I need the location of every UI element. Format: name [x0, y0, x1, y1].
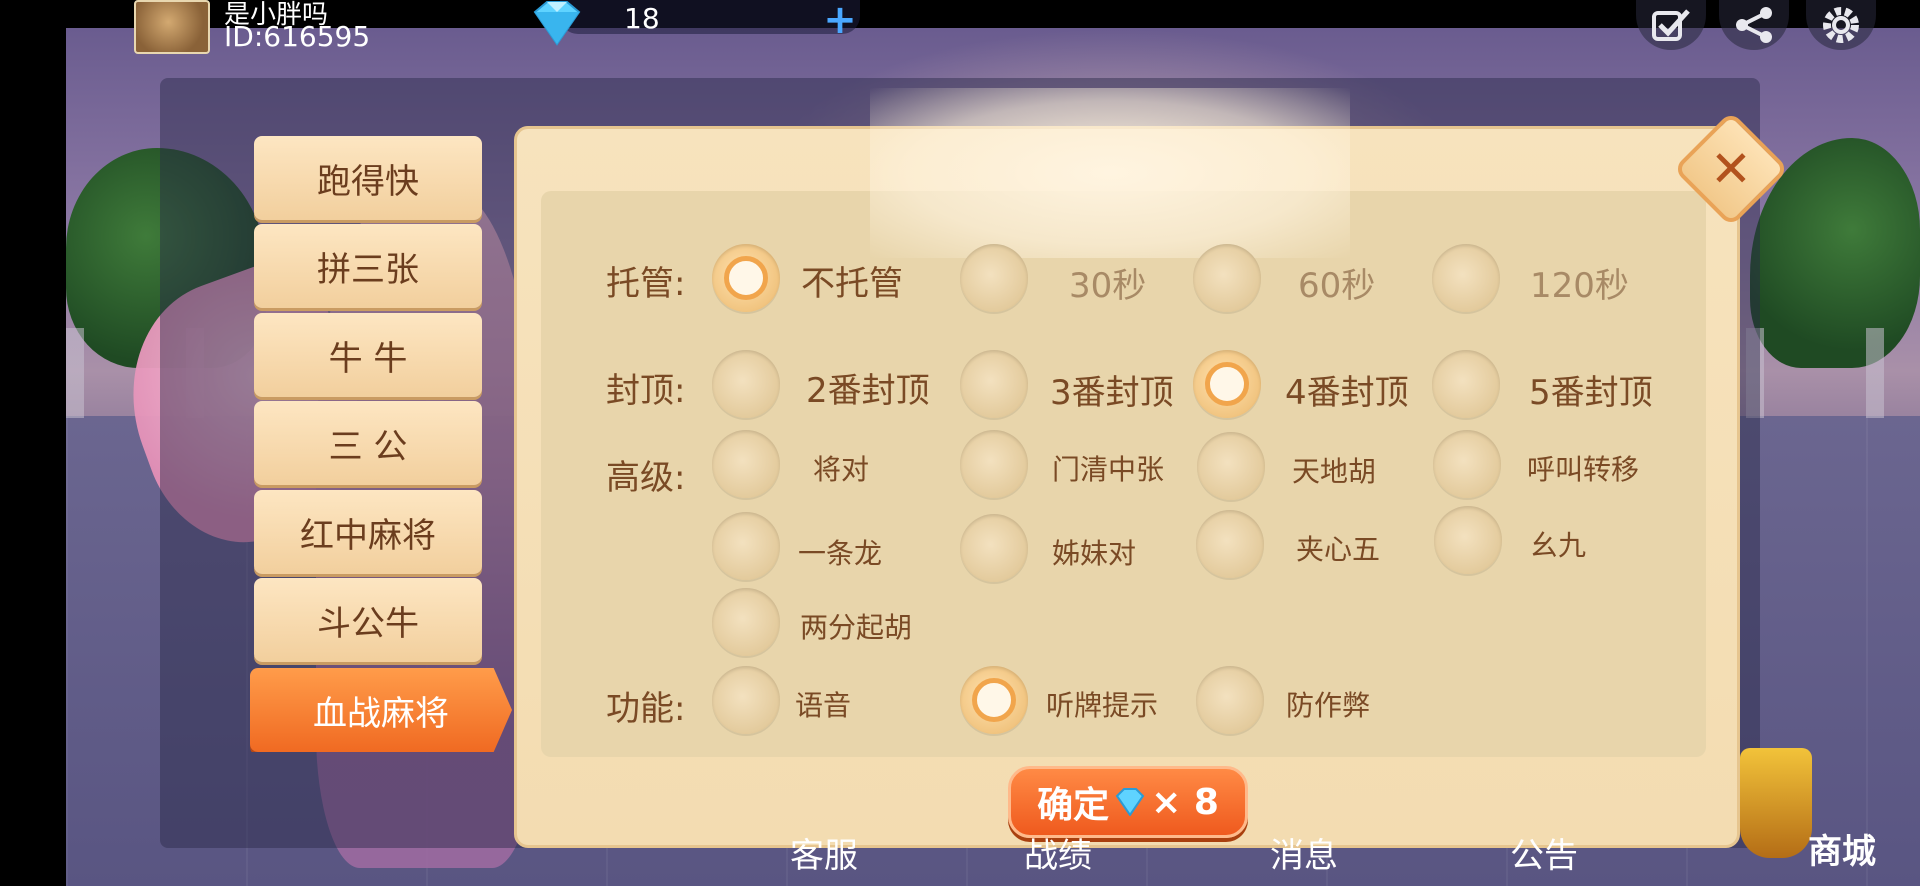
- radio-feature-anticheat[interactable]: [1196, 666, 1264, 734]
- diamond-bar: [560, 0, 860, 34]
- radio-hosting-60[interactable]: [1193, 244, 1261, 312]
- diamond-cost-icon: [1115, 788, 1145, 816]
- radio-adv-tiandihu[interactable]: [1197, 432, 1265, 500]
- option-cap-4[interactable]: 4番封顶: [1285, 365, 1409, 414]
- cap-label: 封顶:: [606, 371, 686, 411]
- option-hosting-none[interactable]: 不托管: [801, 256, 903, 305]
- confirm-cost: × 8: [1151, 781, 1219, 823]
- hosting-label: 托管:: [606, 264, 686, 304]
- nav-zhanji[interactable]: 战绩: [1024, 828, 1092, 877]
- radio-cap-5[interactable]: [1432, 350, 1500, 418]
- nav-xiaoxi[interactable]: 消息: [1270, 828, 1338, 877]
- side-item-pinsanzhang[interactable]: 拼三张: [254, 224, 482, 308]
- side-item-niuniu[interactable]: 牛 牛: [254, 313, 482, 397]
- radio-adv-menqing[interactable]: [960, 430, 1028, 498]
- dialog-title-area: [870, 88, 1350, 258]
- option-feature-anticheat[interactable]: 防作弊: [1286, 684, 1370, 724]
- side-item-sangong[interactable]: 三 公: [254, 401, 482, 485]
- option-cap-3[interactable]: 3番封顶: [1050, 365, 1174, 414]
- option-adv-jiangdui[interactable]: 将对: [813, 448, 869, 488]
- advanced-label: 高级:: [606, 458, 686, 498]
- side-item-hongzhong[interactable]: 红中麻将: [254, 490, 482, 574]
- option-adv-jiaxinwu[interactable]: 夹心五: [1296, 528, 1380, 568]
- radio-hosting-none[interactable]: [712, 244, 780, 312]
- radio-cap-4[interactable]: [1193, 350, 1261, 418]
- radio-adv-hujiao[interactable]: [1433, 430, 1501, 498]
- option-feature-tingpai[interactable]: 听牌提示: [1046, 684, 1158, 724]
- diamond-count: 18: [624, 2, 660, 35]
- add-diamonds-icon[interactable]: +: [822, 0, 858, 40]
- side-item-paodekuai[interactable]: 跑得快: [254, 136, 482, 220]
- option-adv-hujiao[interactable]: 呼叫转移: [1527, 448, 1639, 488]
- nav-kefu[interactable]: 客服: [790, 828, 858, 877]
- confirm-label: 确定: [1037, 785, 1110, 826]
- option-hosting-30[interactable]: 30秒: [1069, 258, 1146, 307]
- user-id: ID:616595: [224, 20, 371, 53]
- option-adv-yaojiu[interactable]: 幺九: [1530, 524, 1586, 564]
- radio-cap-2[interactable]: [712, 350, 780, 418]
- radio-feature-tingpai[interactable]: [960, 666, 1028, 734]
- radio-feature-voice[interactable]: [712, 666, 780, 734]
- checklist-svg: [1652, 9, 1690, 41]
- avatar[interactable]: [134, 0, 210, 54]
- option-adv-menqing[interactable]: 门清中张: [1052, 448, 1164, 488]
- share-svg: [1736, 7, 1772, 43]
- option-hosting-120[interactable]: 120秒: [1530, 258, 1629, 307]
- option-adv-yitiaolong[interactable]: 一条龙: [798, 532, 882, 572]
- gear-svg: [1823, 7, 1859, 43]
- diamond-icon: [533, 1, 581, 46]
- option-adv-zimeidui[interactable]: 姊妹对: [1052, 532, 1136, 572]
- shop-icon[interactable]: [1740, 748, 1812, 858]
- radio-hosting-120[interactable]: [1432, 244, 1500, 312]
- close-icon: ✕: [1710, 140, 1752, 198]
- features-label: 功能:: [606, 689, 686, 729]
- nav-shop[interactable]: 商城: [1808, 824, 1876, 873]
- radio-adv-yitiaolong[interactable]: [712, 512, 780, 580]
- option-feature-voice[interactable]: 语音: [795, 684, 851, 724]
- option-adv-liangfen[interactable]: 两分起胡: [800, 606, 912, 646]
- radio-adv-yaojiu[interactable]: [1434, 506, 1502, 574]
- side-item-dougongniu[interactable]: 斗公牛: [254, 578, 482, 662]
- side-item-xuezhan[interactable]: 血战麻将: [250, 668, 512, 752]
- radio-hosting-30[interactable]: [960, 244, 1028, 312]
- option-adv-tiandihu[interactable]: 天地胡: [1292, 450, 1376, 490]
- option-hosting-60[interactable]: 60秒: [1298, 258, 1375, 307]
- radio-cap-3[interactable]: [960, 350, 1028, 418]
- radio-adv-jiangdui[interactable]: [712, 430, 780, 498]
- radio-adv-liangfen[interactable]: [712, 588, 780, 656]
- radio-adv-jiaxinwu[interactable]: [1196, 510, 1264, 578]
- option-cap-2[interactable]: 2番封顶: [806, 363, 930, 412]
- nav-gonggao[interactable]: 公告: [1510, 828, 1578, 877]
- radio-adv-zimeidui[interactable]: [960, 514, 1028, 582]
- option-cap-5[interactable]: 5番封顶: [1529, 365, 1653, 414]
